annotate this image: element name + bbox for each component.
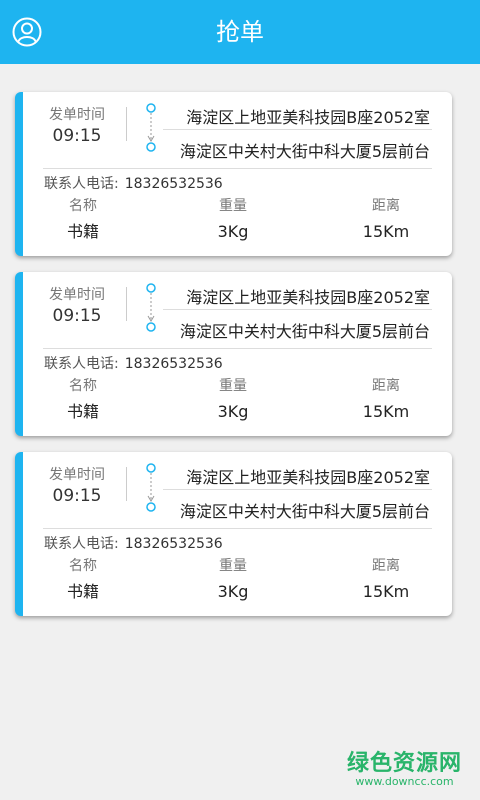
- time-value: 09:15: [52, 126, 102, 146]
- delivery-address: 海淀区中关村大街中科大厦5层前台: [179, 322, 430, 341]
- distance-label: 距离: [372, 558, 400, 574]
- pickup-address: 海淀区上地亚美科技园B座2052室: [186, 468, 430, 487]
- watermark-logo: 绿色资源网 www.downcc.com: [347, 745, 462, 788]
- contact-phone[interactable]: 18326532536: [125, 536, 223, 552]
- pickup-address: 海淀区上地亚美科技园B座2052室: [186, 288, 430, 307]
- name-value: 书籍: [66, 222, 99, 241]
- contact-row: 联系人电话: 18326532536: [44, 533, 223, 553]
- contact-phone[interactable]: 18326532536: [125, 176, 223, 192]
- order-card[interactable]: 发单时间 09:15 海淀区上地亚美科技园B座2052室 海淀区中关村大街中科大…: [15, 92, 452, 256]
- delivery-address: 海淀区中关村大街中科大厦5层前台: [179, 502, 430, 521]
- divider: [43, 528, 432, 529]
- name-value: 书籍: [66, 582, 99, 601]
- distance-label: 距离: [372, 378, 400, 394]
- weight-column: 重量 3Kg: [193, 556, 273, 605]
- weight-label: 重量: [219, 378, 247, 394]
- route-dots-icon: [146, 283, 156, 332]
- time-value: 09:15: [52, 486, 102, 506]
- time-label: 发单时间: [49, 467, 105, 483]
- route-dots-icon: [146, 103, 156, 152]
- divider: [43, 168, 432, 169]
- divider: [126, 467, 127, 501]
- time-label: 发单时间: [49, 107, 105, 123]
- distance-column: 距离 15Km: [346, 196, 426, 245]
- weight-column: 重量 3Kg: [193, 196, 273, 245]
- distance-value: 15Km: [362, 222, 410, 241]
- watermark-url: www.downcc.com: [355, 775, 454, 788]
- divider: [163, 129, 432, 130]
- distance-column: 距离 15Km: [346, 556, 426, 605]
- dispatch-time: 发单时间 09:15: [37, 286, 117, 328]
- contact-label: 联系人电话:: [44, 536, 119, 552]
- weight-value: 3Kg: [217, 222, 249, 241]
- delivery-address: 海淀区中关村大街中科大厦5层前台: [179, 142, 430, 161]
- name-label: 名称: [69, 558, 97, 574]
- weight-label: 重量: [219, 558, 247, 574]
- page-title: 抢单: [216, 18, 264, 46]
- time-value: 09:15: [52, 306, 102, 326]
- route-dots-icon: [146, 463, 156, 512]
- contact-row: 联系人电话: 18326532536: [44, 353, 223, 373]
- distance-value: 15Km: [362, 402, 410, 421]
- item-name-column: 名称 书籍: [43, 376, 123, 425]
- distance-value: 15Km: [362, 582, 410, 601]
- order-list: 发单时间 09:15 海淀区上地亚美科技园B座2052室 海淀区中关村大街中科大…: [15, 92, 452, 632]
- name-label: 名称: [69, 198, 97, 214]
- divider: [126, 287, 127, 321]
- dispatch-time: 发单时间 09:15: [37, 106, 117, 148]
- contact-label: 联系人电话:: [44, 356, 119, 372]
- name-label: 名称: [69, 378, 97, 394]
- order-card[interactable]: 发单时间 09:15 海淀区上地亚美科技园B座2052室 海淀区中关村大街中科大…: [15, 272, 452, 436]
- pickup-address: 海淀区上地亚美科技园B座2052室: [186, 108, 430, 127]
- dispatch-time: 发单时间 09:15: [37, 466, 117, 508]
- name-value: 书籍: [66, 402, 99, 421]
- item-name-column: 名称 书籍: [43, 196, 123, 245]
- contact-label: 联系人电话:: [44, 176, 119, 192]
- weight-value: 3Kg: [217, 582, 249, 601]
- divider: [43, 348, 432, 349]
- divider: [163, 309, 432, 310]
- weight-label: 重量: [219, 198, 247, 214]
- watermark-text: 绿色资源网: [346, 751, 462, 776]
- contact-phone[interactable]: 18326532536: [125, 356, 223, 372]
- item-name-column: 名称 书籍: [43, 556, 123, 605]
- distance-column: 距离 15Km: [346, 376, 426, 425]
- app-header: 抢单: [0, 0, 480, 64]
- distance-label: 距离: [372, 198, 400, 214]
- time-label: 发单时间: [49, 287, 105, 303]
- order-card[interactable]: 发单时间 09:15 海淀区上地亚美科技园B座2052室 海淀区中关村大街中科大…: [15, 452, 452, 616]
- divider: [126, 107, 127, 141]
- weight-column: 重量 3Kg: [193, 376, 273, 425]
- weight-value: 3Kg: [217, 402, 249, 421]
- divider: [163, 489, 432, 490]
- contact-row: 联系人电话: 18326532536: [44, 173, 223, 193]
